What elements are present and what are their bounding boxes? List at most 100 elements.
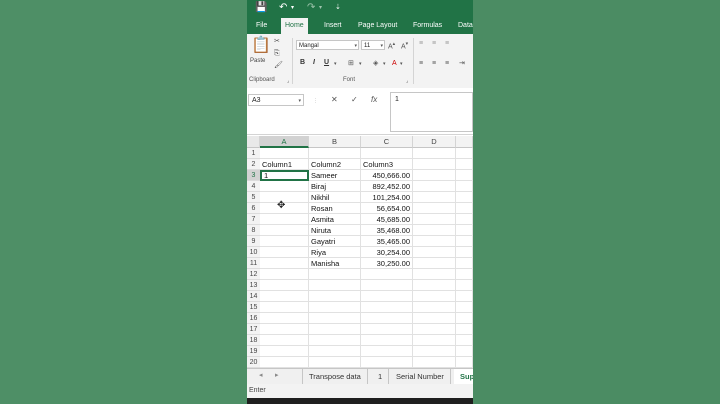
grid-cell[interactable] <box>413 170 456 181</box>
grid-cell[interactable] <box>260 181 309 192</box>
grid-cell[interactable] <box>413 346 456 357</box>
grid-cell[interactable] <box>413 225 456 236</box>
decrease-font-icon[interactable]: A▾ <box>401 40 408 51</box>
row-header[interactable]: 10 <box>247 247 260 258</box>
grid-cell[interactable] <box>456 258 473 269</box>
grid-cell[interactable] <box>456 159 473 170</box>
grid-cell[interactable] <box>413 313 456 324</box>
grid-cell[interactable] <box>456 236 473 247</box>
underline-button[interactable]: U <box>324 59 329 66</box>
row-header[interactable]: 4 <box>247 181 260 192</box>
grid-cell[interactable] <box>413 280 456 291</box>
grid-cell[interactable] <box>413 258 456 269</box>
grid-cell[interactable] <box>456 192 473 203</box>
tab-page-layout[interactable]: Page Layout <box>354 18 401 34</box>
grid-cell[interactable] <box>260 258 309 269</box>
active-cell[interactable]: 1 <box>260 170 309 181</box>
copy-icon[interactable]: ⎘ <box>274 49 280 58</box>
sheet-tab-1[interactable]: 1 <box>372 369 390 385</box>
grid-cell[interactable] <box>260 346 309 357</box>
grid-cell[interactable] <box>361 335 413 346</box>
grid-cell[interactable] <box>456 269 473 280</box>
bold-button[interactable]: B <box>300 59 305 66</box>
grid-cell[interactable] <box>456 181 473 192</box>
name-cell[interactable]: Rosan <box>309 203 361 214</box>
amount-cell[interactable]: 450,666.00 <box>361 170 413 181</box>
increase-font-icon[interactable]: A▴ <box>388 40 395 51</box>
align-right-icon[interactable]: ≡ <box>445 59 449 68</box>
align-top-icon[interactable]: ≡ <box>419 39 423 48</box>
row-header[interactable]: 9 <box>247 236 260 247</box>
redo-dropdown-icon[interactable]: ▾ <box>319 4 322 11</box>
grid-cell[interactable] <box>456 313 473 324</box>
column-header-a[interactable]: A <box>260 136 309 148</box>
grid-cell[interactable] <box>413 291 456 302</box>
align-bottom-icon[interactable]: ≡ <box>445 39 449 48</box>
font-color-dropdown-icon[interactable]: ▾ <box>400 60 403 69</box>
tab-formulas[interactable]: Formulas <box>409 18 446 34</box>
name-cell[interactable]: Riya <box>309 247 361 258</box>
grid-cell[interactable] <box>456 357 473 368</box>
grid-cell[interactable] <box>456 346 473 357</box>
amount-cell[interactable]: 30,254.00 <box>361 247 413 258</box>
grid-cell[interactable] <box>413 203 456 214</box>
grid-cell[interactable] <box>309 280 361 291</box>
name-cell[interactable]: Niruta <box>309 225 361 236</box>
row-header[interactable]: 11 <box>247 258 260 269</box>
amount-cell[interactable]: 35,465.00 <box>361 236 413 247</box>
name-cell[interactable]: Biraj <box>309 181 361 192</box>
grid-cell[interactable] <box>361 269 413 280</box>
grid-cell[interactable] <box>309 335 361 346</box>
font-name-combo[interactable]: Mangal ▾ <box>296 40 359 50</box>
row-header[interactable]: 13 <box>247 280 260 291</box>
sheet-next-icon[interactable]: ▸ <box>275 371 279 379</box>
row-header[interactable]: 18 <box>247 335 260 346</box>
indent-icon[interactable]: ⇥ <box>459 59 465 68</box>
italic-button[interactable]: I <box>313 59 315 66</box>
name-cell[interactable]: Manisha <box>309 258 361 269</box>
grid-cell[interactable] <box>260 269 309 280</box>
column-header-e[interactable] <box>456 136 473 148</box>
sheet-prev-icon[interactable]: ◂ <box>259 371 263 379</box>
formula-input[interactable]: 1 <box>390 92 473 132</box>
name-box[interactable]: A3 ▾ <box>248 94 304 106</box>
row-header[interactable]: 7 <box>247 214 260 225</box>
grid-cell[interactable] <box>413 236 456 247</box>
grid-cell[interactable] <box>361 357 413 368</box>
row-header[interactable]: 17 <box>247 324 260 335</box>
row-header[interactable]: 2 <box>247 159 260 170</box>
row-header[interactable]: 12 <box>247 269 260 280</box>
column-header-d[interactable]: D <box>413 136 456 148</box>
grid-cell[interactable] <box>361 346 413 357</box>
row-header[interactable]: 1 <box>247 148 260 159</box>
row-header[interactable]: 5 <box>247 192 260 203</box>
grid-cell[interactable] <box>309 291 361 302</box>
borders-icon[interactable]: ⊞ <box>348 59 354 68</box>
align-middle-icon[interactable]: ≡ <box>432 39 436 48</box>
grid-cell[interactable] <box>413 357 456 368</box>
tab-file[interactable]: File <box>252 18 271 34</box>
grid-cell[interactable] <box>361 148 413 159</box>
row-header[interactable]: 14 <box>247 291 260 302</box>
header-cell[interactable]: Column2 <box>309 159 361 170</box>
fill-color-icon[interactable]: ◈ <box>373 59 378 68</box>
header-cell[interactable]: Column3 <box>361 159 413 170</box>
customize-icon[interactable]: ⇣ <box>335 3 341 11</box>
name-cell[interactable]: Sameer <box>309 170 361 181</box>
grid-cell[interactable] <box>309 346 361 357</box>
grid-cell[interactable] <box>309 357 361 368</box>
redo-icon[interactable]: ↷ <box>307 2 315 13</box>
grid-cell[interactable] <box>456 247 473 258</box>
grid-cell[interactable] <box>260 280 309 291</box>
format-painter-icon[interactable]: 🖌 <box>274 61 283 70</box>
sheet-tab-serial-number[interactable]: Serial Number <box>390 369 451 385</box>
grid-cell[interactable] <box>309 313 361 324</box>
grid-cell[interactable] <box>260 313 309 324</box>
grid-cell[interactable] <box>361 280 413 291</box>
grid-cell[interactable] <box>260 236 309 247</box>
grid-cell[interactable] <box>413 247 456 258</box>
grid-cell[interactable] <box>413 192 456 203</box>
row-header[interactable]: 16 <box>247 313 260 324</box>
borders-dropdown-icon[interactable]: ▾ <box>359 60 362 69</box>
cancel-icon[interactable]: ✕ <box>331 95 338 104</box>
